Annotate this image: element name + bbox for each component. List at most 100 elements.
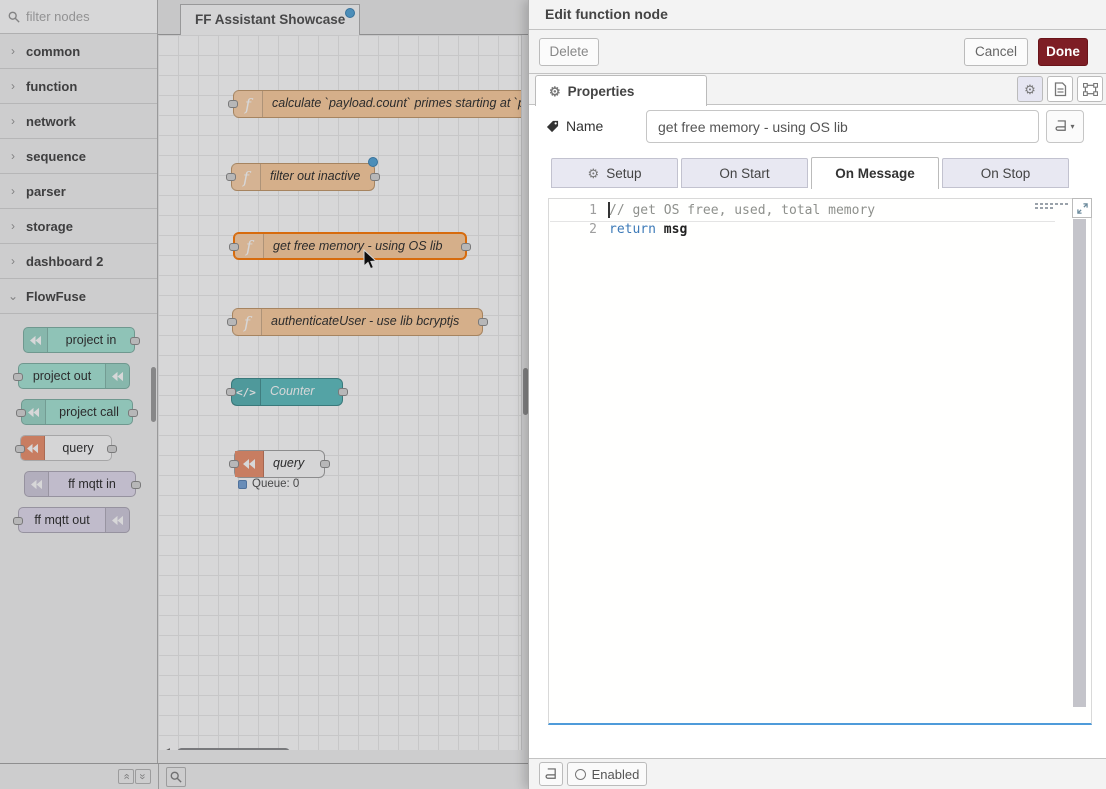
output-port[interactable] bbox=[128, 409, 138, 417]
palette-category-storage[interactable]: › storage bbox=[0, 209, 157, 244]
horizontal-scrollbar[interactable] bbox=[177, 748, 290, 750]
code-editor[interactable]: 1 // get OS free, used, total memory 2 r… bbox=[548, 198, 1092, 725]
palette-filter-input[interactable] bbox=[26, 9, 146, 24]
input-port[interactable] bbox=[227, 318, 237, 326]
flowfuse-icon bbox=[235, 451, 264, 477]
palette-category-parser[interactable]: › parser bbox=[0, 174, 157, 209]
workspace-footer: « « bbox=[0, 763, 528, 789]
palette-category-function[interactable]: › function bbox=[0, 69, 157, 104]
chevron-right-icon: › bbox=[0, 114, 26, 128]
palette-category-dashboard2[interactable]: › dashboard 2 bbox=[0, 244, 157, 279]
search-flows-button[interactable] bbox=[166, 767, 186, 787]
palette-category-flowfuse[interactable]: ⌄ FlowFuse bbox=[0, 279, 157, 314]
flowfuse-icon bbox=[105, 508, 129, 532]
code-line-1: // get OS free, used, total memory bbox=[609, 201, 875, 220]
tab-on-stop[interactable]: On Stop bbox=[942, 158, 1069, 188]
flow-tab[interactable]: FF Assistant Showcase bbox=[180, 4, 360, 35]
line-number: 2 bbox=[549, 220, 597, 239]
done-button[interactable]: Done bbox=[1038, 38, 1088, 66]
output-port[interactable] bbox=[130, 337, 140, 345]
input-port[interactable] bbox=[229, 243, 239, 251]
output-port[interactable] bbox=[461, 243, 471, 251]
chevron-right-icon: › bbox=[0, 44, 26, 58]
node-help-button[interactable] bbox=[539, 762, 563, 786]
tab-properties[interactable]: ⚙ Properties bbox=[535, 75, 707, 106]
output-port[interactable] bbox=[107, 445, 117, 453]
input-port[interactable] bbox=[13, 517, 23, 525]
delete-button[interactable]: Delete bbox=[539, 38, 599, 66]
caret-down-icon: ▾ bbox=[1070, 122, 1074, 131]
properties-icon-button[interactable]: ⚙ bbox=[1017, 76, 1043, 102]
editor-minimap bbox=[1035, 203, 1068, 211]
input-port[interactable] bbox=[229, 460, 239, 468]
palette-sidebar: › common › function › network › sequence… bbox=[0, 0, 158, 763]
palette-category-sequence[interactable]: › sequence bbox=[0, 139, 157, 174]
expand-editor-button[interactable] bbox=[1072, 198, 1092, 218]
node-get-free-memory[interactable]: f get free memory - using OS lib bbox=[233, 232, 467, 260]
input-port[interactable] bbox=[13, 373, 23, 381]
flow-workspace[interactable]: f calculate `payload.count` primes start… bbox=[158, 35, 528, 750]
name-input[interactable] bbox=[646, 110, 1039, 143]
input-port[interactable] bbox=[228, 100, 238, 108]
node-query[interactable]: query bbox=[234, 450, 325, 478]
node-authenticate-user[interactable]: f authenticateUser - use lib bcryptjs bbox=[232, 308, 483, 336]
tray-content: Name ▾ ⚙ Setup On Start On Message bbox=[529, 105, 1106, 758]
output-port[interactable] bbox=[338, 388, 348, 396]
enabled-toggle-button[interactable]: Enabled bbox=[567, 762, 647, 786]
input-port[interactable] bbox=[15, 445, 25, 453]
book-icon bbox=[545, 768, 557, 781]
palette-node-query[interactable]: query bbox=[20, 435, 112, 461]
palette-node-ff-mqtt-in[interactable]: ff mqtt in bbox=[24, 471, 136, 497]
book-icon bbox=[1055, 120, 1067, 133]
palette-flowfuse-nodes: project in project out project cal bbox=[0, 314, 157, 594]
collapse-all-button[interactable]: « bbox=[118, 769, 134, 784]
palette-node-project-call[interactable]: project call bbox=[21, 399, 133, 425]
tray-toolbar: Delete Cancel Done bbox=[529, 30, 1106, 74]
input-port[interactable] bbox=[226, 388, 236, 396]
input-port[interactable] bbox=[226, 173, 236, 181]
node-calculate-primes[interactable]: f calculate `payload.count` primes start… bbox=[233, 90, 528, 118]
palette-search[interactable] bbox=[0, 0, 157, 34]
status-dot-blue bbox=[238, 480, 247, 489]
code-variable: msg bbox=[656, 222, 687, 237]
description-icon-button[interactable] bbox=[1047, 76, 1073, 102]
palette-node-project-out[interactable]: project out bbox=[18, 363, 130, 389]
palette-node-ff-mqtt-out[interactable]: ff mqtt out bbox=[18, 507, 130, 533]
expand-all-button[interactable]: « bbox=[135, 769, 151, 784]
name-label: Name bbox=[546, 118, 603, 134]
tab-on-message[interactable]: On Message bbox=[811, 157, 939, 189]
gear-icon: ⚙ bbox=[549, 85, 561, 98]
workspace: › common › function › network › sequence… bbox=[0, 0, 528, 789]
editor-scrollbar[interactable] bbox=[1073, 219, 1086, 707]
output-port[interactable] bbox=[478, 318, 488, 326]
node-filter-out-inactive[interactable]: f filter out inactive bbox=[231, 163, 375, 191]
palette-scrollbar[interactable] bbox=[151, 367, 156, 422]
node-counter[interactable]: </> Counter bbox=[231, 378, 343, 406]
hscroll-left-arrow[interactable]: ◄ bbox=[162, 746, 172, 750]
cancel-button[interactable]: Cancel bbox=[964, 38, 1028, 66]
flowfuse-icon bbox=[105, 364, 129, 388]
flow-canvas: FF Assistant Showcase f calculate `paylo… bbox=[158, 0, 528, 763]
changed-node-dot bbox=[368, 157, 378, 167]
chevron-right-icon: › bbox=[0, 184, 26, 198]
tab-setup[interactable]: ⚙ Setup bbox=[551, 158, 678, 188]
search-icon bbox=[170, 771, 182, 783]
output-port[interactable] bbox=[370, 173, 380, 181]
edit-tray: Edit function node Delete Cancel Done ⚙ … bbox=[528, 0, 1106, 789]
output-port[interactable] bbox=[320, 460, 330, 468]
flow-tab-bar: FF Assistant Showcase bbox=[158, 0, 528, 35]
output-port[interactable] bbox=[131, 481, 141, 489]
palette-category-network[interactable]: › network bbox=[0, 104, 157, 139]
tag-icon bbox=[546, 120, 559, 133]
chevron-right-icon: › bbox=[0, 254, 26, 268]
flowfuse-icon bbox=[25, 472, 49, 496]
palette-category-common[interactable]: › common bbox=[0, 34, 157, 69]
document-icon bbox=[1054, 82, 1067, 97]
tab-on-start[interactable]: On Start bbox=[681, 158, 808, 188]
chevron-right-icon: › bbox=[0, 219, 26, 233]
library-button[interactable]: ▾ bbox=[1046, 110, 1084, 143]
vertical-scrollbar-track bbox=[521, 35, 528, 750]
palette-node-project-in[interactable]: project in bbox=[23, 327, 135, 353]
input-port[interactable] bbox=[16, 409, 26, 417]
appearance-icon-button[interactable] bbox=[1077, 76, 1103, 102]
